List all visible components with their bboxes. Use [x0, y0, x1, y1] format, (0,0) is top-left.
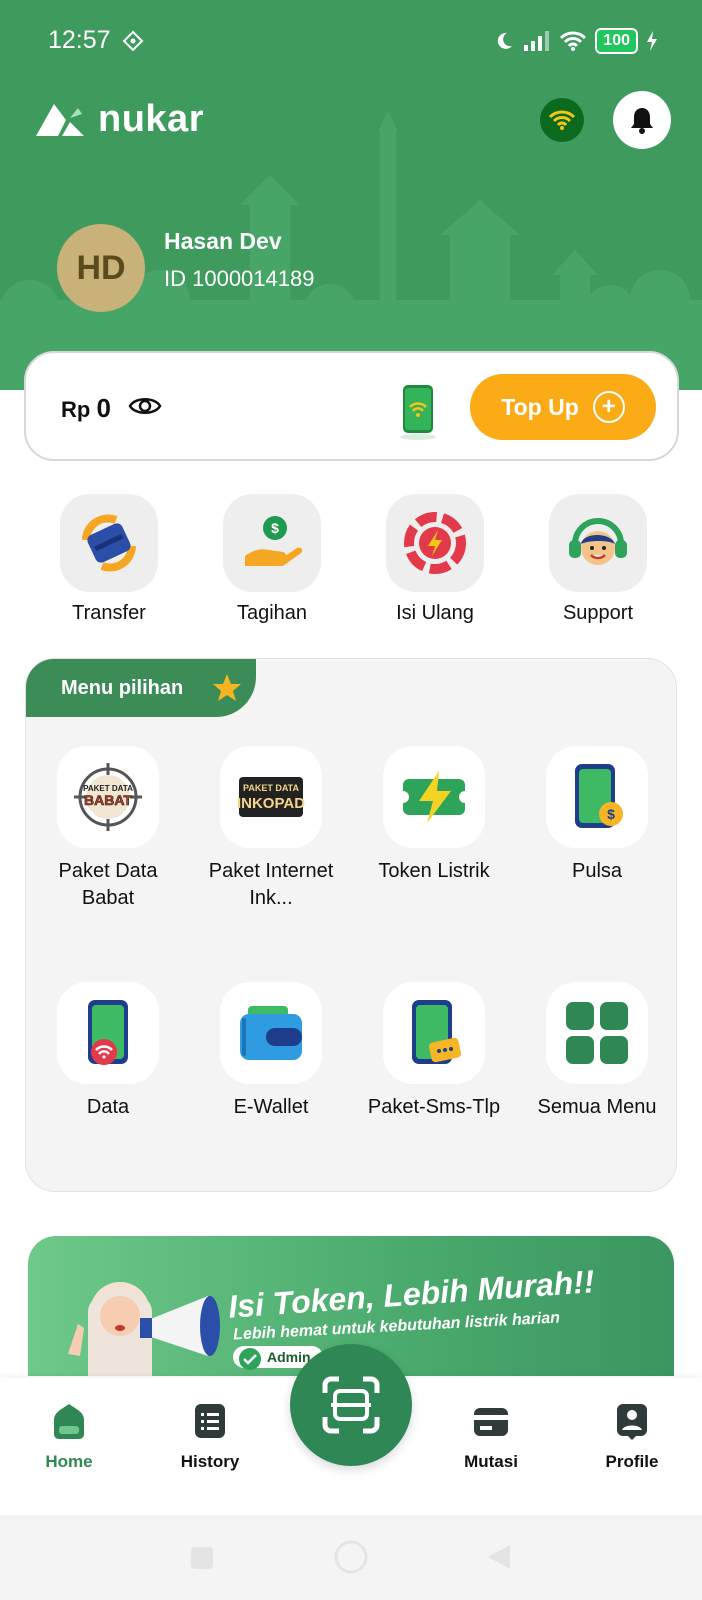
currency-label: Rp: [61, 397, 91, 422]
token-listrik-icon: [383, 746, 485, 848]
menu-title: Menu pilihan: [61, 676, 184, 699]
nav-label: Mutasi: [464, 1452, 518, 1471]
grid-icon: [546, 982, 648, 1084]
menu-pilihan-panel: Menu pilihan PAKET DATA BABAT Paket Data…: [25, 658, 677, 1192]
battery-indicator: 100: [595, 28, 638, 54]
recent-apps-icon[interactable]: [189, 1545, 215, 1571]
menu-item-data[interactable]: Data: [33, 982, 183, 1121]
menu-item-label: Data: [86, 1096, 130, 1118]
menu-item-paket-sms-tlp[interactable]: Paket-Sms-Tlp: [359, 982, 509, 1121]
menu-item-semua-menu[interactable]: Semua Menu: [522, 982, 672, 1121]
quick-action-tagihan[interactable]: $ Tagihan: [202, 494, 342, 625]
quick-action-label: Tagihan: [236, 602, 308, 624]
back-icon[interactable]: [486, 1543, 512, 1571]
paket-data-babat-icon: PAKET DATA BABAT: [57, 746, 159, 848]
menu-item-label: Semua Menu: [537, 1096, 657, 1118]
phone-wifi-icon: [400, 385, 436, 440]
nav-label: History: [180, 1452, 240, 1471]
nukar-logo-icon: [36, 103, 84, 136]
sms-phone-icon: [383, 982, 485, 1084]
profile-badge-icon: [617, 1404, 647, 1440]
bill-hand-icon: $: [223, 494, 321, 592]
top-up-button[interactable]: Top Up +: [470, 374, 656, 440]
user-name: Hasan Dev: [164, 228, 282, 254]
quick-action-isi-ulang[interactable]: Isi Ulang: [365, 494, 505, 625]
bell-icon: [631, 108, 653, 134]
diamond-status-icon: [122, 30, 144, 52]
paket-inkopad-icon: PAKET DATA INKOPAD: [220, 746, 322, 848]
menu-item-e-wallet[interactable]: E-Wallet: [196, 982, 346, 1121]
connectivity-button[interactable]: [540, 98, 584, 142]
wifi-icon: [548, 110, 576, 130]
moon-icon: [498, 32, 513, 49]
inkopad-logo-main: INKOPAD: [237, 795, 305, 812]
menu-item-label: Token Listrik: [378, 860, 490, 882]
menu-item-label: Paket-Sms-Tlp: [367, 1096, 501, 1118]
banner-chip-label: Admin: [267, 1349, 311, 1365]
svg-text:$: $: [271, 520, 279, 536]
quick-action-transfer[interactable]: Transfer: [39, 494, 179, 625]
eye-icon[interactable]: [128, 393, 162, 419]
balance-display: Rp 0: [61, 393, 111, 424]
quick-action-label: Support: [562, 602, 634, 624]
avatar[interactable]: HD: [57, 224, 145, 312]
app-logo: nukar: [34, 98, 204, 141]
inkopad-logo-top: PAKET DATA: [243, 783, 299, 793]
menu-item-label: Paket Data Babat: [58, 860, 158, 909]
menu-item-token-listrik[interactable]: Token Listrik: [359, 746, 509, 885]
charging-icon: [647, 31, 657, 51]
scan-icon: [322, 1376, 380, 1434]
nav-label: Home: [45, 1452, 93, 1471]
top-up-label: Top Up: [501, 393, 579, 420]
star-icon: [213, 674, 241, 701]
notification-button[interactable]: [613, 91, 671, 149]
status-bar: 12:57 100: [0, 0, 702, 80]
menu-item-label: Paket Internet Ink...: [208, 860, 334, 909]
svg-text:$: $: [607, 806, 615, 822]
menu-item-label: E-Wallet: [233, 1096, 309, 1118]
nav-label: Profile: [605, 1452, 659, 1471]
transfer-card-icon: [60, 494, 158, 592]
mutasi-card-icon: [474, 1408, 508, 1436]
menu-pilihan-tab: Menu pilihan: [26, 659, 256, 717]
menu-item-paket-internet-inkopad[interactable]: PAKET DATA INKOPAD Paket Internet Ink...: [196, 746, 346, 912]
app-name: nukar: [98, 98, 204, 140]
status-time: 12:57: [48, 26, 111, 54]
woman-megaphone-illustration: [68, 1282, 220, 1376]
nav-history[interactable]: History: [155, 1402, 265, 1472]
menu-item-paket-data-babat[interactable]: PAKET DATA BABAT Paket Data Babat: [33, 746, 183, 912]
system-navigation-bar: [0, 1515, 702, 1600]
menu-item-pulsa[interactable]: $ Pulsa: [522, 746, 672, 885]
quick-action-label: Isi Ulang: [396, 602, 474, 624]
signal-icon: [524, 31, 550, 51]
nav-mutasi[interactable]: Mutasi: [436, 1402, 546, 1472]
check-circle-icon: [239, 1348, 261, 1370]
menu-item-label: Pulsa: [571, 860, 623, 882]
data-phone-icon: [57, 982, 159, 1084]
support-headset-icon: [549, 494, 647, 592]
status-icons: 100: [493, 28, 658, 54]
home-circle-icon[interactable]: [333, 1539, 369, 1575]
quick-action-support[interactable]: Support: [528, 494, 668, 625]
history-icon: [195, 1404, 225, 1438]
recharge-bolt-icon: [386, 494, 484, 592]
pulsa-phone-icon: $: [546, 746, 648, 848]
plus-icon: +: [592, 391, 625, 423]
scan-qr-button[interactable]: [290, 1344, 412, 1466]
babat-logo-main: BABAT: [84, 792, 132, 808]
wallet-icon: [220, 982, 322, 1084]
nav-profile[interactable]: Profile: [577, 1402, 687, 1472]
quick-action-label: Transfer: [72, 602, 146, 624]
balance-amount: 0: [96, 393, 111, 423]
user-id: ID 1000014189: [164, 266, 315, 291]
balance-card: Rp 0 Top Up +: [24, 351, 679, 461]
home-icon: [54, 1404, 84, 1439]
nav-home[interactable]: Home: [14, 1402, 124, 1472]
wifi-status-icon: [560, 31, 587, 51]
